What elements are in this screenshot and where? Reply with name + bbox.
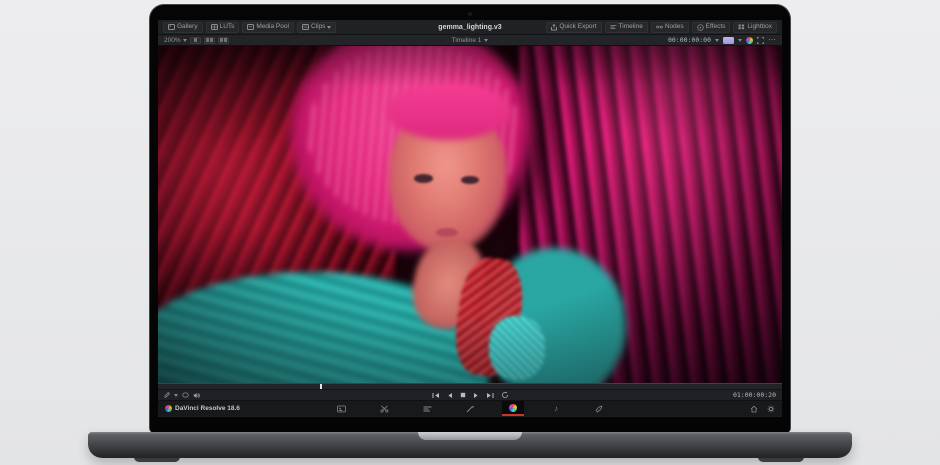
edit-page-button[interactable]	[416, 401, 438, 416]
lightbox-button[interactable]: Lightbox	[733, 22, 777, 33]
media-pool-icon	[247, 24, 254, 30]
quick-export-button[interactable]: Quick Export	[546, 22, 601, 33]
clips-icon	[302, 24, 309, 30]
playhead-timecode: 01:00:00:20	[733, 391, 776, 399]
chevron-down-icon[interactable]	[738, 39, 742, 42]
clips-button[interactable]: Clips	[297, 22, 336, 33]
gallery-label: Gallery	[177, 24, 198, 31]
page-switcher: ♪	[158, 401, 782, 416]
transport-bar: 01:00:00:20	[158, 390, 782, 401]
deliver-page-button[interactable]	[588, 401, 610, 416]
annotate-tool-button[interactable]	[164, 392, 170, 398]
gallery-button[interactable]: Gallery	[163, 22, 203, 33]
wipe-mode-button-1[interactable]	[190, 37, 201, 44]
go-to-first-frame-button[interactable]	[432, 392, 440, 399]
lightbox-icon	[738, 24, 745, 30]
photo-vignette	[158, 46, 782, 383]
timeline-selector-label: Timeline 1	[452, 37, 482, 44]
chevron-down-icon	[183, 39, 187, 42]
hero-background: Gallery LUTs Media Pool Clips	[0, 0, 940, 465]
timeline-scrubber[interactable]	[158, 383, 782, 390]
wipe-mode-3-icon	[220, 38, 223, 42]
clips-label: Clips	[311, 24, 325, 31]
gallery-icon	[168, 24, 175, 30]
onscreen-controls-button[interactable]	[182, 392, 189, 398]
loop-button[interactable]	[501, 391, 509, 399]
viewer-right-controls: 00:00:00:00 ⋯	[668, 36, 776, 44]
lightbox-label: Lightbox	[747, 24, 772, 31]
play-button[interactable]	[473, 392, 479, 399]
media-page-button[interactable]	[330, 401, 352, 416]
timeline-icon	[610, 24, 617, 30]
status-bar-right	[750, 405, 775, 413]
home-button[interactable]	[750, 405, 758, 413]
laptop-screen: Gallery LUTs Media Pool Clips	[149, 4, 791, 433]
chevron-down-icon	[327, 26, 331, 29]
color-page-button[interactable]	[502, 401, 524, 416]
wipe-mode-button-3[interactable]	[218, 37, 229, 44]
cut-page-button[interactable]	[373, 401, 395, 416]
davinci-resolve-app: Gallery LUTs Media Pool Clips	[158, 20, 782, 417]
source-timecode: 00:00:00:00	[668, 36, 711, 44]
wipe-mode-2b-icon	[210, 38, 213, 42]
chevron-down-icon[interactable]	[174, 394, 178, 397]
app-brand: DaVinci Resolve 18.6	[165, 405, 240, 412]
effects-label: Effects	[706, 24, 726, 31]
toolbar-left-group: Gallery LUTs Media Pool Clips	[163, 22, 336, 33]
viewer-zoom-value: 200%	[164, 37, 181, 44]
color-wheel-icon[interactable]	[746, 37, 753, 44]
app-status-bar: DaVinci Resolve 18.6 ♪	[158, 401, 782, 416]
nodes-button[interactable]: Nodes	[651, 22, 689, 33]
timeline-button[interactable]: Timeline	[605, 22, 648, 33]
toolbar-right-group: Quick Export Timeline Nodes Effects	[546, 22, 777, 33]
wipe-mode-1-icon	[194, 38, 197, 42]
playhead-marker[interactable]	[320, 384, 322, 389]
luts-icon	[211, 24, 218, 30]
timeline-label: Timeline	[619, 24, 643, 31]
fairlight-page-button[interactable]: ♪	[545, 401, 567, 416]
webcam-icon	[468, 12, 472, 16]
viewer-option-bar: 200% Timeline 1 00:00:00:00	[158, 35, 782, 46]
fusion-page-button[interactable]	[459, 401, 481, 416]
laptop-base	[88, 432, 852, 458]
luts-label: LUTs	[220, 24, 235, 31]
settings-gear-button[interactable]	[767, 405, 775, 413]
top-toolbar: Gallery LUTs Media Pool Clips	[158, 20, 782, 35]
lid-lift-notch	[418, 432, 522, 440]
stop-button[interactable]	[460, 392, 466, 398]
expand-icon[interactable]	[757, 37, 764, 44]
gallery-still-icon[interactable]	[723, 37, 734, 44]
media-pool-label: Media Pool	[256, 24, 289, 31]
fairlight-music-note-icon: ♪	[554, 405, 558, 413]
quick-export-icon	[551, 24, 557, 31]
color-page-icon	[509, 404, 517, 412]
media-pool-button[interactable]: Media Pool	[242, 22, 294, 33]
app-version-label: DaVinci Resolve 18.6	[175, 405, 240, 412]
chevron-down-icon	[484, 39, 488, 42]
audio-mute-button[interactable]	[193, 392, 200, 399]
wipe-mode-3b-icon	[224, 38, 227, 42]
chevron-down-icon[interactable]	[715, 39, 719, 42]
davinci-resolve-logo-icon	[165, 405, 172, 412]
nodes-icon	[656, 24, 663, 30]
viewer-zoom-select[interactable]: 200%	[164, 37, 187, 44]
viewer-image	[158, 46, 782, 383]
wipe-mode-2-icon	[206, 38, 209, 42]
quick-export-label: Quick Export	[559, 24, 596, 31]
viewer-tools	[164, 392, 200, 399]
scrubber-track	[158, 383, 782, 384]
transport-controls	[158, 391, 782, 399]
nodes-label: Nodes	[665, 24, 684, 31]
luts-button[interactable]: LUTs	[206, 22, 240, 33]
effects-icon	[697, 24, 704, 31]
wipe-mode-button-2[interactable]	[204, 37, 215, 44]
go-to-last-frame-button[interactable]	[486, 392, 494, 399]
step-back-button[interactable]	[447, 392, 453, 399]
effects-button[interactable]: Effects	[692, 22, 731, 33]
